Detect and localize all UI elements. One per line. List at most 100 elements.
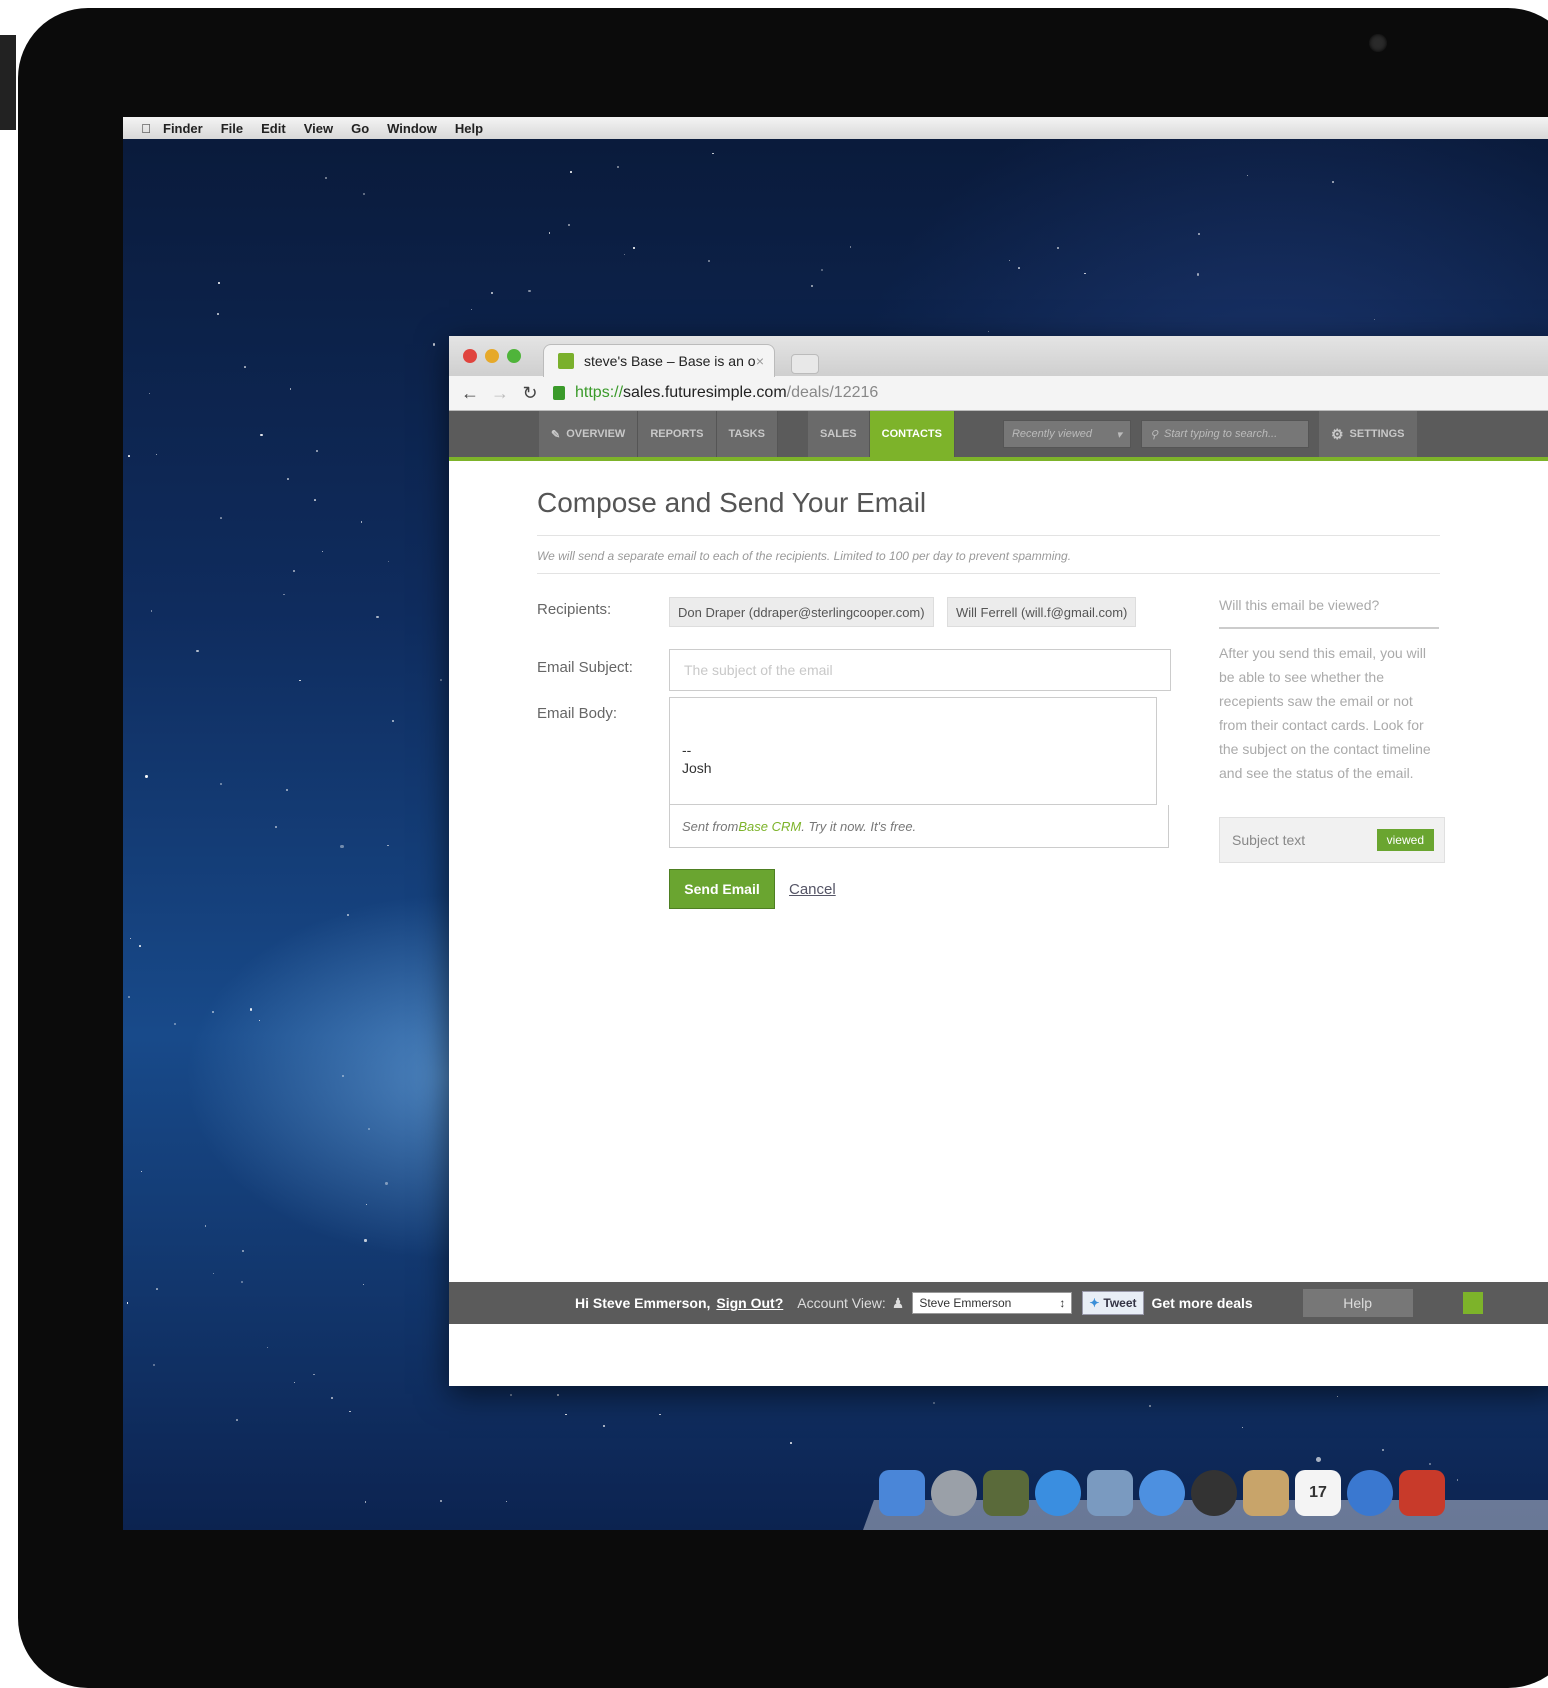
star	[293, 1381, 296, 1384]
forward-arrow-icon[interactable]: →	[485, 383, 515, 404]
star	[1196, 273, 1200, 276]
star	[1331, 180, 1334, 184]
star	[174, 1022, 177, 1025]
nav-sales[interactable]: SALES	[807, 411, 870, 457]
recipient-chip[interactable]: Don Draper (ddraper@sterlingcooper.com)	[669, 597, 934, 627]
star	[987, 330, 989, 332]
star	[219, 517, 222, 519]
tweet-button[interactable]: ✦ Tweet	[1082, 1291, 1144, 1315]
contacts-book-icon[interactable]	[1243, 1470, 1289, 1516]
star	[364, 1239, 367, 1242]
new-tab-button[interactable]	[791, 354, 819, 374]
star	[141, 1171, 143, 1173]
finder-icon[interactable]	[879, 1470, 925, 1516]
recently-viewed-dropdown[interactable]: Recently viewed ▾	[1002, 420, 1131, 448]
star	[1247, 174, 1249, 176]
search-input[interactable]: ⚲ Start typing to search...	[1140, 420, 1309, 448]
url-path: /deals/12216	[786, 384, 879, 401]
menu-window[interactable]: Window	[387, 121, 437, 136]
photo-booth-icon[interactable]	[1191, 1470, 1237, 1516]
menu-finder[interactable]: Finder	[163, 121, 203, 136]
people-icon: ♟	[891, 1294, 905, 1311]
star	[217, 313, 220, 316]
star	[314, 499, 317, 501]
star	[241, 1249, 245, 1252]
pencil-icon: ✎	[551, 428, 561, 441]
photo-booth-red-icon[interactable]	[1399, 1470, 1445, 1516]
star	[391, 719, 394, 722]
browser-window: steve's Base – Base is an on × ← → ↻ htt…	[449, 336, 1548, 1386]
sent-from-suffix: . Try it now. It's free.	[801, 818, 917, 834]
star	[275, 826, 278, 829]
star	[568, 224, 570, 226]
preview-icon[interactable]	[1087, 1470, 1133, 1516]
back-arrow-icon[interactable]: ←	[455, 383, 485, 404]
body-textarea[interactable]: -- Josh	[669, 697, 1157, 805]
reload-icon[interactable]: ↻	[515, 383, 545, 404]
account-select[interactable]: Steve Emmerson ↕	[912, 1292, 1073, 1314]
star	[341, 1075, 344, 1078]
recipient-chip[interactable]: Will Ferrell (will.f@gmail.com)	[947, 597, 1137, 627]
star	[316, 449, 319, 452]
mission-control-icon[interactable]	[983, 1470, 1029, 1516]
nav-overview[interactable]: ✎ OVERVIEW	[539, 411, 639, 457]
nav-contacts[interactable]: CONTACTS	[869, 411, 955, 457]
star	[260, 433, 263, 437]
base-crm-link[interactable]: Base CRM	[738, 819, 801, 834]
star	[236, 1419, 238, 1421]
star	[810, 284, 814, 288]
cancel-link[interactable]: Cancel	[789, 881, 836, 898]
signature-name: Josh	[682, 760, 712, 776]
star	[360, 521, 362, 523]
menu-help[interactable]: Help	[455, 121, 483, 136]
star	[362, 1284, 364, 1286]
apple-icon[interactable]: 	[137, 121, 155, 136]
compose-email-page: Compose and Send Your Email We will send…	[449, 461, 1548, 1275]
minimize-window-icon[interactable]	[485, 349, 499, 363]
star	[387, 844, 389, 846]
zoom-window-icon[interactable]	[507, 349, 521, 363]
star	[556, 1393, 559, 1396]
body-label: Email Body:	[537, 705, 618, 722]
star	[565, 1414, 567, 1416]
star	[1018, 267, 1020, 269]
get-more-deals-link[interactable]: Get more deals	[1152, 1295, 1253, 1311]
star	[153, 1363, 156, 1367]
browser-tab[interactable]: steve's Base – Base is an on ×	[543, 344, 775, 377]
star	[1056, 246, 1059, 249]
app-store-icon[interactable]	[1035, 1470, 1081, 1516]
sign-out-link[interactable]: Sign Out?	[716, 1295, 783, 1311]
close-window-icon[interactable]	[463, 349, 477, 363]
star	[298, 679, 301, 682]
menu-file[interactable]: File	[221, 121, 243, 136]
menu-edit[interactable]: Edit	[261, 121, 286, 136]
star	[127, 454, 130, 457]
itunes-icon[interactable]	[1347, 1470, 1393, 1516]
menu-go[interactable]: Go	[351, 121, 369, 136]
star	[240, 1280, 244, 1284]
star	[148, 393, 150, 395]
nav-settings[interactable]: ⚙ SETTINGS	[1318, 411, 1417, 457]
star	[139, 945, 142, 947]
star	[290, 388, 292, 390]
star	[250, 1008, 253, 1011]
nav-reports[interactable]: REPORTS	[638, 411, 717, 457]
star	[365, 1203, 367, 1205]
star	[349, 1410, 351, 1413]
help-button[interactable]: Help	[1302, 1289, 1413, 1317]
star	[617, 166, 620, 169]
safari-icon[interactable]	[1139, 1470, 1185, 1516]
menu-view[interactable]: View	[304, 121, 333, 136]
desktop-screen:  Finder File Edit View Go Window Help s…	[123, 117, 1548, 1530]
calendar-icon[interactable]: 17	[1295, 1470, 1341, 1516]
launchpad-icon[interactable]	[931, 1470, 977, 1516]
address-bar[interactable]: https:// sales.futuresimple.com /deals/1…	[553, 384, 878, 402]
select-arrows-icon: ↕	[1059, 1296, 1066, 1310]
tab-close-icon[interactable]: ×	[756, 353, 764, 369]
subject-input[interactable]: The subject of the email	[669, 649, 1171, 691]
nav-tasks[interactable]: TASKS	[716, 411, 778, 457]
sent-from-prefix: Sent from	[682, 818, 739, 834]
star	[364, 1501, 367, 1503]
send-email-button[interactable]: Send Email	[669, 869, 775, 909]
star	[471, 309, 473, 311]
